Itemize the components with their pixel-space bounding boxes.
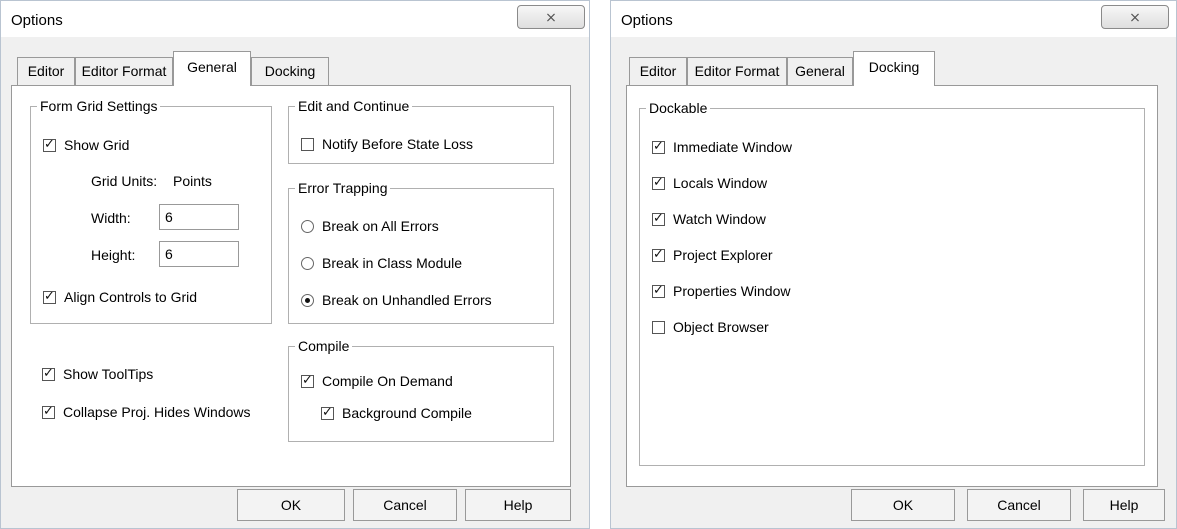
checkbox-box[interactable]: [652, 174, 665, 192]
tab-panel-docking: Dockable Immediate Window Locals Window …: [626, 85, 1158, 487]
checkbox-box[interactable]: [301, 137, 314, 151]
width-label: Width:: [91, 210, 131, 226]
close-icon: ⨯: [545, 9, 557, 25]
checkbox-box[interactable]: [652, 282, 665, 300]
close-icon: ⨯: [1129, 9, 1141, 25]
tab-strip: Editor Editor Format General Docking: [17, 51, 337, 86]
group-title: Form Grid Settings: [37, 97, 161, 115]
align-controls-checkbox[interactable]: Align Controls to Grid: [43, 287, 197, 307]
error-trapping-group: Error Trapping Break on All Errors Break…: [288, 179, 554, 324]
tab-strip: Editor Editor Format General Docking: [629, 51, 949, 86]
radio-button[interactable]: [301, 256, 314, 270]
tab-general[interactable]: General: [173, 51, 251, 86]
options-dialog-docking: Options ⨯ Editor Editor Format General D…: [610, 0, 1177, 529]
dialog-title: Options: [11, 12, 63, 29]
group-title: Dockable: [646, 99, 711, 117]
checkbox-label: Properties Window: [673, 283, 791, 299]
checkbox-label: Background Compile: [342, 405, 472, 421]
tab-general[interactable]: General: [787, 57, 853, 85]
checkbox-box[interactable]: [321, 404, 334, 422]
ok-button[interactable]: OK: [237, 489, 345, 521]
ok-button[interactable]: OK: [851, 489, 955, 521]
tab-editor[interactable]: Editor: [629, 57, 687, 85]
background-compile-checkbox[interactable]: Background Compile: [321, 403, 472, 423]
checkbox-label: Show ToolTips: [63, 366, 154, 382]
checkbox-box[interactable]: [652, 320, 665, 334]
checkbox-label: Locals Window: [673, 175, 768, 191]
cancel-button[interactable]: Cancel: [353, 489, 457, 521]
show-tooltips-checkbox[interactable]: Show ToolTips: [42, 364, 153, 384]
notify-before-state-loss-checkbox[interactable]: Notify Before State Loss: [301, 134, 473, 154]
locals-window-checkbox[interactable]: Locals Window: [652, 173, 767, 193]
close-button[interactable]: ⨯: [517, 5, 585, 29]
tab-editor[interactable]: Editor: [17, 57, 75, 85]
break-on-unhandled-errors-radio[interactable]: Break on Unhandled Errors: [301, 290, 492, 310]
radio-label: Break in Class Module: [322, 255, 463, 271]
title-bar: Options ⨯: [611, 1, 1176, 37]
grid-units-label: Grid Units:: [91, 173, 158, 189]
dialog-title: Options: [621, 12, 673, 29]
radio-label: Break on Unhandled Errors: [322, 292, 492, 308]
checkbox-label: Align Controls to Grid: [64, 289, 198, 305]
help-button[interactable]: Help: [1083, 489, 1165, 521]
title-bar: Options ⨯: [1, 1, 589, 37]
dockable-group: Dockable Immediate Window Locals Window …: [639, 99, 1145, 466]
help-button[interactable]: Help: [465, 489, 571, 521]
checkbox-label: Watch Window: [673, 211, 766, 227]
checkbox-label: Object Browser: [673, 319, 769, 335]
break-on-all-errors-radio[interactable]: Break on All Errors: [301, 216, 439, 236]
form-grid-settings-group: Form Grid Settings Show Grid Grid Units:…: [30, 97, 272, 324]
checkbox-box[interactable]: [301, 372, 314, 390]
tab-editor-format[interactable]: Editor Format: [75, 57, 173, 85]
tab-docking[interactable]: Docking: [251, 57, 329, 85]
checkbox-label: Project Explorer: [673, 247, 773, 263]
checkbox-box[interactable]: [43, 288, 56, 306]
edit-and-continue-group: Edit and Continue Notify Before State Lo…: [288, 97, 554, 164]
width-input[interactable]: 6: [159, 204, 239, 230]
options-dialog-general: Options ⨯ Editor Editor Format General D…: [0, 0, 590, 529]
watch-window-checkbox[interactable]: Watch Window: [652, 209, 766, 229]
group-title: Compile: [295, 337, 353, 355]
cancel-button[interactable]: Cancel: [967, 489, 1071, 521]
checkbox-label: Collapse Proj. Hides Windows: [63, 404, 251, 420]
properties-window-checkbox[interactable]: Properties Window: [652, 281, 791, 301]
checkbox-label: Compile On Demand: [322, 373, 453, 389]
checkbox-label: Notify Before State Loss: [322, 136, 473, 152]
tab-docking[interactable]: Docking: [853, 51, 935, 86]
radio-label: Break on All Errors: [322, 218, 439, 234]
break-in-class-module-radio[interactable]: Break in Class Module: [301, 253, 462, 273]
immediate-window-checkbox[interactable]: Immediate Window: [652, 137, 792, 157]
object-browser-checkbox[interactable]: Object Browser: [652, 317, 769, 337]
group-title: Edit and Continue: [295, 97, 413, 115]
grid-units-value: Points: [173, 173, 212, 189]
height-label: Height:: [91, 247, 136, 263]
checkbox-box[interactable]: [42, 403, 55, 421]
compile-on-demand-checkbox[interactable]: Compile On Demand: [301, 371, 453, 391]
checkbox-label: Show Grid: [64, 137, 130, 153]
checkbox-box[interactable]: [42, 365, 55, 383]
close-button[interactable]: ⨯: [1101, 5, 1169, 29]
project-explorer-checkbox[interactable]: Project Explorer: [652, 245, 773, 265]
height-input[interactable]: 6: [159, 241, 239, 267]
checkbox-box[interactable]: [652, 246, 665, 264]
tab-editor-format[interactable]: Editor Format: [687, 57, 787, 85]
checkbox-box[interactable]: [43, 136, 56, 154]
radio-button[interactable]: [301, 293, 314, 307]
radio-button[interactable]: [301, 219, 314, 233]
checkbox-box[interactable]: [652, 138, 665, 156]
show-grid-checkbox[interactable]: Show Grid: [43, 135, 129, 155]
tab-panel-general: Form Grid Settings Show Grid Grid Units:…: [11, 85, 571, 487]
checkbox-box[interactable]: [652, 210, 665, 228]
collapse-proj-checkbox[interactable]: Collapse Proj. Hides Windows: [42, 402, 251, 422]
compile-group: Compile Compile On Demand Background Com…: [288, 337, 554, 442]
checkbox-label: Immediate Window: [673, 139, 793, 155]
group-title: Error Trapping: [295, 179, 391, 197]
